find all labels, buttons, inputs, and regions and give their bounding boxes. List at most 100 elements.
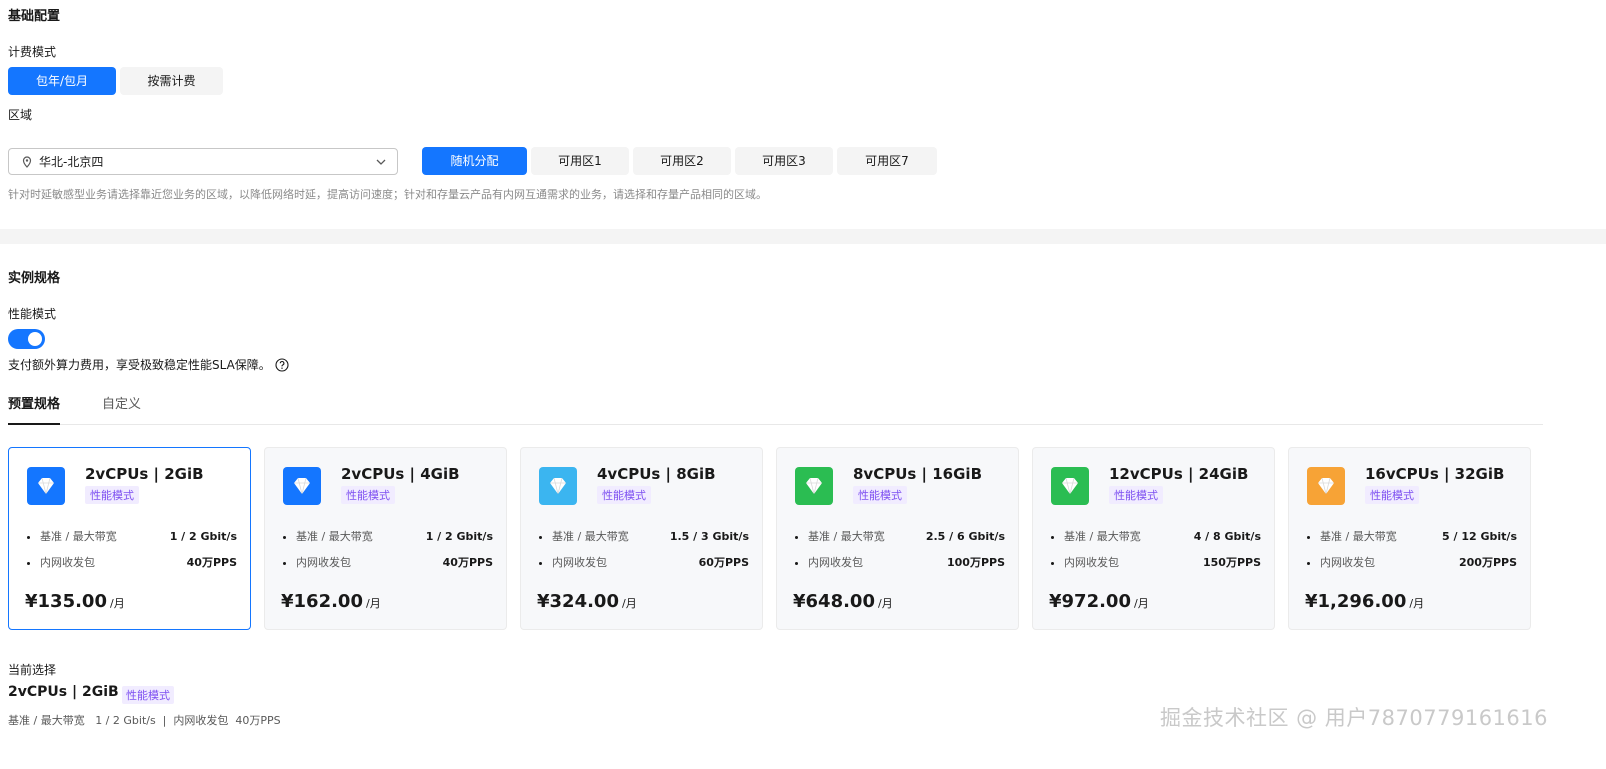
card-name: 2vCPUs | 2GiB xyxy=(85,465,204,483)
price-unit: /月 xyxy=(365,597,381,610)
spec-label: 基准 / 最大带宽 xyxy=(552,530,629,543)
price-value: ¥648.00 xyxy=(793,591,875,612)
tab-preset-spec[interactable]: 预置规格 xyxy=(8,395,61,425)
spec-label: 内网收发包 xyxy=(1064,556,1119,569)
card-spec-pps: 内网收发包 40万PPS xyxy=(283,554,493,570)
location-pin-icon xyxy=(21,155,33,168)
instance-spec-title: 实例规格 xyxy=(8,271,61,286)
diamond-icon xyxy=(283,467,321,505)
price-unit: /月 xyxy=(1133,597,1149,610)
spec-card-2[interactable]: 4vCPUs | 8GiB 性能模式 基准 / 最大带宽 1.5 / 3 Gbit… xyxy=(520,447,763,630)
spec-card-5[interactable]: 16vCPUs | 32GiB 性能模式 基准 / 最大带宽 5 / 12 Gbi… xyxy=(1288,447,1531,630)
zone-option-7[interactable]: 可用区7 xyxy=(837,147,937,175)
card-spec-bandwidth: 基准 / 最大带宽 2.5 / 6 Gbit/s xyxy=(795,528,1005,544)
spec-label: 基准 / 最大带宽 xyxy=(808,530,885,543)
card-price: ¥135.00/月 xyxy=(25,591,125,612)
spec-label: 内网收发包 xyxy=(40,556,95,569)
bullet xyxy=(795,535,798,539)
zone-option-1[interactable]: 可用区1 xyxy=(531,147,629,175)
card-badge: 性能模式 xyxy=(341,486,395,504)
spec-card-3[interactable]: 8vCPUs | 16GiB 性能模式 基准 / 最大带宽 2.5 / 6 Gbi… xyxy=(776,447,1019,630)
toggle-knob xyxy=(28,332,42,346)
bullet xyxy=(27,535,30,539)
spec-label: 内网收发包 xyxy=(552,556,607,569)
diamond-icon xyxy=(539,467,577,505)
billing-option-on-demand[interactable]: 按需计费 xyxy=(120,67,223,95)
bullet xyxy=(283,535,286,539)
card-badge: 性能模式 xyxy=(597,486,651,504)
card-spec-pps: 内网收发包 100万PPS xyxy=(795,554,1005,570)
watermark: 掘金技术社区 @ 用户7870779161616 xyxy=(1159,706,1548,730)
card-name: 2vCPUs | 4GiB xyxy=(341,465,460,483)
diamond-icon xyxy=(1051,467,1089,505)
card-price: ¥1,296.00/月 xyxy=(1305,591,1424,612)
region-select[interactable]: 华北-北京四 xyxy=(8,148,398,175)
card-spec-bandwidth: 基准 / 最大带宽 1 / 2 Gbit/s xyxy=(27,528,237,544)
price-value: ¥162.00 xyxy=(281,591,363,612)
spec-card-1[interactable]: 2vCPUs | 4GiB 性能模式 基准 / 最大带宽 1 / 2 Gbit/s… xyxy=(264,447,507,630)
section-divider xyxy=(0,229,1606,244)
chevron-down-icon xyxy=(375,156,387,168)
diamond-icon xyxy=(1307,467,1345,505)
card-price: ¥324.00/月 xyxy=(537,591,637,612)
bullet xyxy=(539,561,542,565)
spec-label: 内网收发包 xyxy=(1320,556,1375,569)
spec-value: 1.5 / 3 Gbit/s xyxy=(669,529,749,543)
price-unit: /月 xyxy=(1409,597,1425,610)
performance-mode-label: 性能模式 xyxy=(8,307,57,321)
zone-option-random[interactable]: 随机分配 xyxy=(422,147,527,175)
card-badge: 性能模式 xyxy=(85,486,139,504)
current-selection-label: 当前选择 xyxy=(8,663,57,677)
card-price: ¥648.00/月 xyxy=(793,591,893,612)
spec-tabs: 预置规格 自定义 xyxy=(8,395,1543,425)
spec-value: 5 / 12 Gbit/s xyxy=(1442,529,1517,543)
billing-mode-label: 计费模式 xyxy=(8,45,57,59)
bullet xyxy=(1051,561,1054,565)
card-price: ¥162.00/月 xyxy=(281,591,381,612)
card-spec-bandwidth: 基准 / 最大带宽 5 / 12 Gbit/s xyxy=(1307,528,1517,544)
card-spec-pps: 内网收发包 40万PPS xyxy=(27,554,237,570)
question-circle-icon[interactable] xyxy=(275,358,289,372)
spec-card-0[interactable]: 2vCPUs | 2GiB 性能模式 基准 / 最大带宽 1 / 2 Gbit/s… xyxy=(8,447,251,630)
bullet xyxy=(539,535,542,539)
card-name: 4vCPUs | 8GiB xyxy=(597,465,716,483)
zone-option-3[interactable]: 可用区3 xyxy=(735,147,833,175)
tab-custom[interactable]: 自定义 xyxy=(102,395,141,425)
card-spec-bandwidth: 基准 / 最大带宽 4 / 8 Gbit/s xyxy=(1051,528,1261,544)
price-unit: /月 xyxy=(621,597,637,610)
basic-config-title: 基础配置 xyxy=(8,9,61,24)
spec-value: 150万PPS xyxy=(1202,556,1261,569)
card-badge: 性能模式 xyxy=(1109,486,1163,504)
current-selection-detail: 基准 / 最大带宽 1 / 2 Gbit/s | 内网收发包 40万PPS xyxy=(8,714,281,727)
card-spec-pps: 内网收发包 200万PPS xyxy=(1307,554,1517,570)
spec-value: 100万PPS xyxy=(946,556,1005,569)
diamond-icon xyxy=(795,467,833,505)
performance-note-text: 支付额外算力费用，享受极致稳定性能SLA保障。 xyxy=(8,358,271,372)
spec-value: 1 / 2 Gbit/s xyxy=(425,529,493,543)
spec-card-4[interactable]: 12vCPUs | 24GiB 性能模式 基准 / 最大带宽 4 / 8 Gbit… xyxy=(1032,447,1275,630)
card-spec-bandwidth: 基准 / 最大带宽 1 / 2 Gbit/s xyxy=(283,528,493,544)
card-name: 8vCPUs | 16GiB xyxy=(853,465,983,483)
price-value: ¥972.00 xyxy=(1049,591,1131,612)
diamond-icon xyxy=(27,467,65,505)
spec-label: 基准 / 最大带宽 xyxy=(1320,530,1397,543)
performance-mode-toggle[interactable] xyxy=(8,329,45,349)
spec-label: 内网收发包 xyxy=(296,556,351,569)
spec-label: 基准 / 最大带宽 xyxy=(1064,530,1141,543)
spec-value: 1 / 2 Gbit/s xyxy=(169,529,237,543)
spec-value: 40万PPS xyxy=(442,556,493,569)
region-value: 华北-北京四 xyxy=(39,155,104,169)
current-selection-name: 2vCPUs | 2GiB xyxy=(8,684,119,700)
card-name: 12vCPUs | 24GiB xyxy=(1109,465,1249,483)
card-badge: 性能模式 xyxy=(1365,486,1419,504)
billing-option-yearly-monthly[interactable]: 包年/包月 xyxy=(8,67,116,95)
zone-option-2[interactable]: 可用区2 xyxy=(633,147,731,175)
bullet xyxy=(795,561,798,565)
bullet xyxy=(1307,561,1310,565)
price-value: ¥135.00 xyxy=(25,591,107,612)
bullet xyxy=(1051,535,1054,539)
spec-value: 200万PPS xyxy=(1458,556,1517,569)
region-label: 区域 xyxy=(8,108,33,122)
bullet xyxy=(283,561,286,565)
card-spec-pps: 内网收发包 60万PPS xyxy=(539,554,749,570)
